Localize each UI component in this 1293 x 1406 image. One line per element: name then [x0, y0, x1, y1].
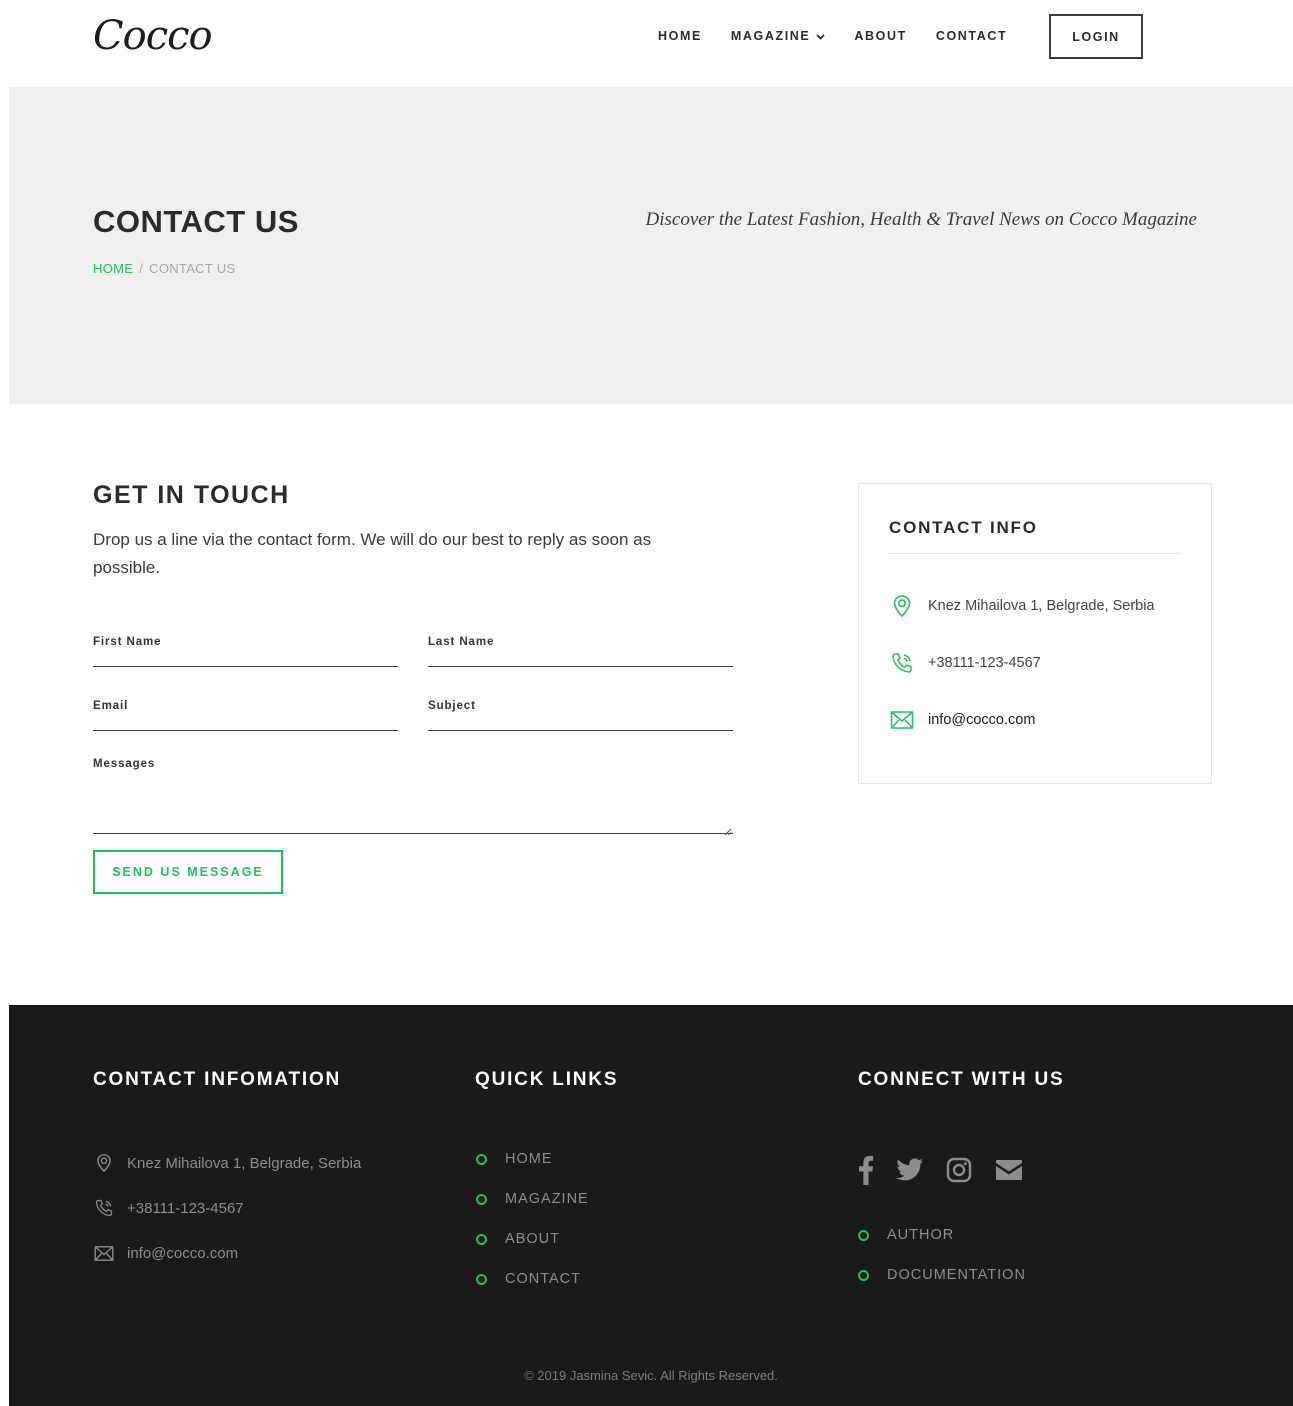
footer-contact-heading: CONTACT INFOMATION — [93, 1069, 342, 1090]
breadcrumb-home-link[interactable]: HOME — [93, 261, 133, 276]
send-message-button[interactable]: SEND US MESSAGE — [93, 850, 283, 894]
nav-home[interactable]: HOME — [658, 29, 702, 43]
email-link[interactable]: info@cocco.com — [928, 712, 1035, 728]
facebook-icon[interactable] — [858, 1155, 874, 1185]
site-footer: CONTACT INFOMATION Knez Mihailova 1, Bel… — [9, 1005, 1293, 1406]
social-links — [858, 1155, 1024, 1185]
resize-grip-icon[interactable] — [724, 823, 732, 836]
contact-info-card: CONTACT INFO Knez Mihailova 1, Belgrade,… — [858, 483, 1212, 784]
footer-link-documentation[interactable]: DOCUMENTATION — [858, 1267, 1026, 1283]
quick-link-label: CONTACT — [505, 1271, 582, 1287]
quick-link-home[interactable]: HOME — [476, 1151, 553, 1167]
copyright-text: © 2019 Jasmina Sevic. All Rights Reserve… — [524, 1368, 778, 1383]
footer-address: Knez Mihailova 1, Belgrade, Serbia — [93, 1152, 361, 1174]
breadcrumb: HOME / CONTACT US — [93, 261, 235, 276]
envelope-icon — [889, 707, 915, 733]
phone-icon — [889, 650, 915, 676]
address-text: Knez Mihailova 1, Belgrade, Serbia — [928, 598, 1155, 614]
envelope-icon — [93, 1242, 115, 1264]
last-name-label: Last Name — [428, 636, 495, 648]
main-nav: HOME MAGAZINE ABOUT CONTACT — [658, 29, 1036, 43]
quick-link-about[interactable]: ABOUT — [476, 1231, 560, 1247]
quick-link-contact[interactable]: CONTACT — [476, 1271, 581, 1287]
circle-bullet-icon — [476, 1193, 487, 1205]
footer-phone: +38111-123-4567 — [93, 1197, 244, 1219]
first-name-field[interactable]: First Name — [93, 636, 398, 667]
footer-connect-heading: CONNECT WITH US — [858, 1069, 1065, 1090]
footer-address-text: Knez Mihailova 1, Belgrade, Serbia — [127, 1154, 362, 1172]
page-title: CONTACT US — [93, 204, 299, 239]
messages-label: Messages — [93, 758, 156, 770]
map-pin-icon — [889, 593, 915, 619]
instagram-icon[interactable] — [946, 1157, 972, 1183]
email-label: Email — [93, 700, 129, 712]
messages-textarea[interactable]: Messages — [93, 758, 733, 836]
footer-quick-links-heading: QUICK LINKS — [475, 1069, 619, 1090]
quick-link-label: MAGAZINE — [505, 1191, 589, 1207]
subject-label: Subject — [428, 700, 476, 712]
hero-tagline: Discover the Latest Fashion, Health & Tr… — [645, 209, 1197, 230]
contact-info-phone: +38111-123-4567 — [889, 650, 1041, 676]
divider — [889, 553, 1182, 554]
nav-magazine-label: MAGAZINE — [730, 29, 811, 43]
footer-link-author[interactable]: AUTHOR — [858, 1227, 954, 1243]
footer-link-label: AUTHOR — [887, 1227, 955, 1243]
form-title: GET IN TOUCH — [93, 481, 290, 509]
quick-link-label: HOME — [505, 1151, 553, 1167]
circle-bullet-icon — [858, 1229, 869, 1241]
last-name-field[interactable]: Last Name — [428, 636, 733, 667]
circle-bullet-icon — [476, 1273, 487, 1285]
email-field[interactable]: Email — [93, 700, 398, 731]
twitter-icon[interactable] — [896, 1158, 924, 1182]
map-pin-icon — [93, 1152, 115, 1174]
phone-icon — [93, 1197, 115, 1219]
site-logo[interactable]: Cocco — [93, 8, 233, 64]
quick-link-label: ABOUT — [505, 1231, 560, 1247]
quick-link-magazine[interactable]: MAGAZINE — [476, 1191, 589, 1207]
form-description: Drop us a line via the contact form. We … — [93, 530, 652, 577]
footer-email: info@cocco.com — [93, 1242, 238, 1264]
mail-icon[interactable] — [994, 1158, 1024, 1182]
contact-info-email: info@cocco.com — [889, 707, 1035, 733]
phone-text: +38111-123-4567 — [928, 655, 1041, 671]
circle-bullet-icon — [858, 1269, 869, 1281]
nav-about[interactable]: ABOUT — [854, 29, 906, 43]
chevron-down-icon — [816, 29, 826, 43]
footer-link-label: DOCUMENTATION — [887, 1267, 1026, 1283]
site-header: Cocco HOME MAGAZINE ABOUT CONTACT LOGIN — [0, 0, 1293, 87]
footer-phone-text: +38111-123-4567 — [127, 1199, 244, 1217]
breadcrumb-separator: / — [139, 261, 144, 276]
first-name-label: First Name — [93, 636, 162, 648]
breadcrumb-current: CONTACT US — [149, 261, 236, 276]
page-hero: CONTACT US HOME / CONTACT US Discover the … — [9, 87, 1293, 404]
logo-text: Cocco — [93, 13, 213, 59]
contact-info-title: CONTACT INFO — [889, 518, 1038, 537]
nav-contact[interactable]: CONTACT — [936, 29, 1007, 43]
contact-info-address: Knez Mihailova 1, Belgrade, Serbia — [889, 593, 1155, 619]
footer-email-link[interactable]: info@cocco.com — [127, 1245, 238, 1262]
login-button[interactable]: LOGIN — [1049, 14, 1143, 59]
subject-field[interactable]: Subject — [428, 700, 733, 731]
circle-bullet-icon — [476, 1153, 487, 1165]
nav-magazine[interactable]: MAGAZINE — [730, 29, 826, 43]
circle-bullet-icon — [476, 1233, 487, 1245]
